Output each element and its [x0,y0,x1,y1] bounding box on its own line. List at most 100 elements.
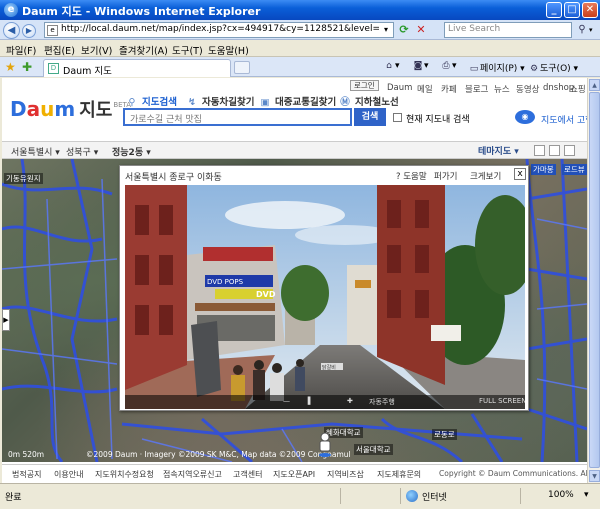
window-title-bar: e Daum 지도 - Windows Internet Explorer _ … [0,0,600,20]
footer-copyright: Copyright © Daum Communications. All rig… [439,469,587,478]
tab-car-route[interactable]: ↯ 자동차길찾기 [185,94,254,109]
roadview-link[interactable]: 지도에서 고행 [541,113,587,126]
menu-bar: 파일(F) 편집(E) 보기(V) 즐겨찾기(A) 도구(T) 도움말(H) [0,41,600,57]
address-field[interactable]: e http://local.daum.net/map/index.jsp?cx… [44,22,394,38]
footer-support[interactable]: 고객센터 [233,469,262,480]
topnav-video[interactable]: 동영상 [516,83,539,95]
roadview-share-link[interactable]: 퍼가기 [434,170,457,182]
breadcrumb-dong[interactable]: 정능2동 ▾ [112,145,151,158]
feeds-icon[interactable]: ◙ ▾ [412,61,429,71]
stop-icon[interactable]: ✕ [414,23,428,37]
tab-subway[interactable]: Ⓜ 지하철노선 [338,94,398,108]
close-button[interactable]: ✕ [582,2,598,18]
favorites-star-icon[interactable]: ★ [5,60,16,74]
roadview-panorama[interactable]: DVD DVD POPS 닭갈비 — ▐ ✚ 자동주행 FULL SCREEN [125,185,525,409]
full-screen-label[interactable]: FULL SCREEN [479,397,525,405]
sidebar-toggle-button[interactable]: ▶ [2,309,10,331]
tools-menu[interactable]: ⚙ 도구(O) ▾ [528,61,578,74]
map-search-button[interactable]: 검색 [354,108,386,126]
breadcrumb-district[interactable]: 성북구 ▾ [66,145,98,158]
roadview-controls: — ▐ ✚ 자동주행 FULL SCREEN [125,395,525,409]
menu-file[interactable]: 파일(F) [6,43,36,57]
roadview-close-button[interactable]: x [514,168,526,180]
forward-button[interactable]: ▶ [22,24,36,38]
topnav-cafe[interactable]: 카페 [441,83,457,95]
topnav-mail[interactable]: 메일 [417,83,433,95]
zoom-level[interactable]: 100% [548,490,574,500]
breadcrumb-city[interactable]: 서울특별시 ▾ [11,145,60,158]
page-menu[interactable]: ▭ 페이지(P) ▾ [468,61,525,74]
menu-view[interactable]: 보기(V) [81,43,112,57]
menu-tools[interactable]: 도구(T) [172,43,203,57]
map-search-input[interactable]: 가로수길 근처 맛집 [123,108,352,126]
footer-partnership[interactable]: 지도제휴문의 [377,469,421,480]
roadview-camera-icon[interactable]: ◉ [515,110,535,124]
topnav-news[interactable]: 뉴스 [494,83,510,95]
home-icon[interactable]: ⌂ ▾ [383,61,399,71]
footer-local-biz[interactable]: 지역비즈삽 [327,469,364,480]
footer-legal[interactable]: 법적공지 [12,469,41,480]
address-url[interactable]: http://local.daum.net/map/index.jsp?cx=4… [61,24,379,34]
live-search-placeholder: Live Search [448,24,501,34]
logo-map-text: 지도 [79,100,113,121]
zoom-slider[interactable]: ▐ [305,397,310,405]
save-map-icon[interactable] [549,145,560,156]
menu-favorites[interactable]: 즐겨찾기(A) [119,43,168,57]
minimize-button[interactable]: _ [546,2,562,18]
theme-map-button[interactable]: 테마지도 ▾ [478,144,519,157]
scroll-down-icon[interactable]: ▼ [589,470,600,482]
live-search-input[interactable]: Live Search [444,22,572,38]
new-tab-button[interactable] [234,61,250,74]
page-content: Daum 지도BETA ⚲ 지도검색 ↯ 자동차길찾기 ▣ 대중교통길찾기 Ⓜ 지하철노선… [2,78,587,483]
sign-dvd: DVD [256,290,276,299]
footer-guide[interactable]: 이용안내 [54,469,83,480]
topnav-blog[interactable]: 블로그 [465,83,488,95]
street-photo: DVD DVD POPS 닭갈비 [125,185,525,409]
tab-map-search-label: 지도검색 [142,97,177,108]
menu-edit[interactable]: 편집(E) [44,43,75,57]
print-map-icon[interactable] [534,145,545,156]
daum-map-logo[interactable]: Daum 지도BETA [10,96,131,122]
chevron-down-icon[interactable]: ▾ [380,24,392,36]
tab-transit-route[interactable]: ▣ 대중교통길찾기 [258,94,337,109]
search-in-view-checkbox[interactable] [393,113,402,122]
menu-help[interactable]: 도움말(H) [208,43,249,57]
search-options-icon[interactable]: ▾ [589,23,598,37]
back-button[interactable]: ◀ [3,22,20,39]
tab-map-search[interactable]: ⚲ 지도검색 [125,94,177,109]
page-scrollbar[interactable]: ▲ ▼ [587,78,600,483]
refresh-icon[interactable]: ⟳ [397,23,411,37]
roadview-pegman-icon[interactable] [317,432,333,458]
map-scale: 0m 520m [8,450,45,459]
tab-daum-map[interactable]: D Daum 지도 [43,59,231,77]
login-button[interactable]: 로그인 [350,80,379,91]
search-in-view-label: 현재 지도내 검색 [406,115,470,125]
zoom-in-icon[interactable]: ✚ [347,397,353,405]
logo-d: D [10,97,27,121]
search-icon[interactable]: ⚲ [575,23,589,37]
zoom-dropdown-icon[interactable]: ▾ [584,490,589,500]
mail-map-icon[interactable] [564,145,575,156]
footer-location-fix[interactable]: 지도위치수정요청 [95,469,154,480]
map-label-snu: 서울대학교 [354,444,393,455]
tab-transit-route-label: 대중교통길찾기 [275,97,337,108]
security-zone[interactable]: 인터넷 [422,490,447,503]
maximize-button[interactable]: □ [564,2,580,18]
breadcrumb: 서울특별시 ▾ 성북구 ▾ 정능2동 ▾ 테마지도 ▾ [2,141,587,159]
roadview-enlarge-link[interactable]: 크게보기 [470,170,501,182]
topnav-shopping[interactable]: 쇼핑 [570,83,586,95]
add-favorite-icon[interactable]: ✚ [22,60,32,74]
autodrive-label[interactable]: 자동주행 [369,397,395,407]
map-label-peak: 가마봉 [531,164,556,175]
footer-error-report[interactable]: 접속지역오류신고 [163,469,222,480]
status-divider [520,488,521,504]
footer-open-api[interactable]: 지도오픈API [273,469,315,480]
topnav-daum[interactable]: Daum [387,83,412,93]
roadview-popup: 서울특별시 종로구 이화동 ? 도움말 퍼가기 크게보기 x DVD DVD P… [119,165,529,411]
print-icon[interactable]: ⎙ ▾ [440,61,456,71]
scroll-up-icon[interactable]: ▲ [589,79,600,91]
zoom-out-icon[interactable]: — [283,397,290,405]
roadview-help-link[interactable]: ? 도움말 [396,170,427,182]
scroll-thumb[interactable] [589,92,600,468]
page-footer: 법적공지 이용안내 지도위치수정요청 접속지역오류신고 고객센터 지도오픈API… [2,464,587,483]
